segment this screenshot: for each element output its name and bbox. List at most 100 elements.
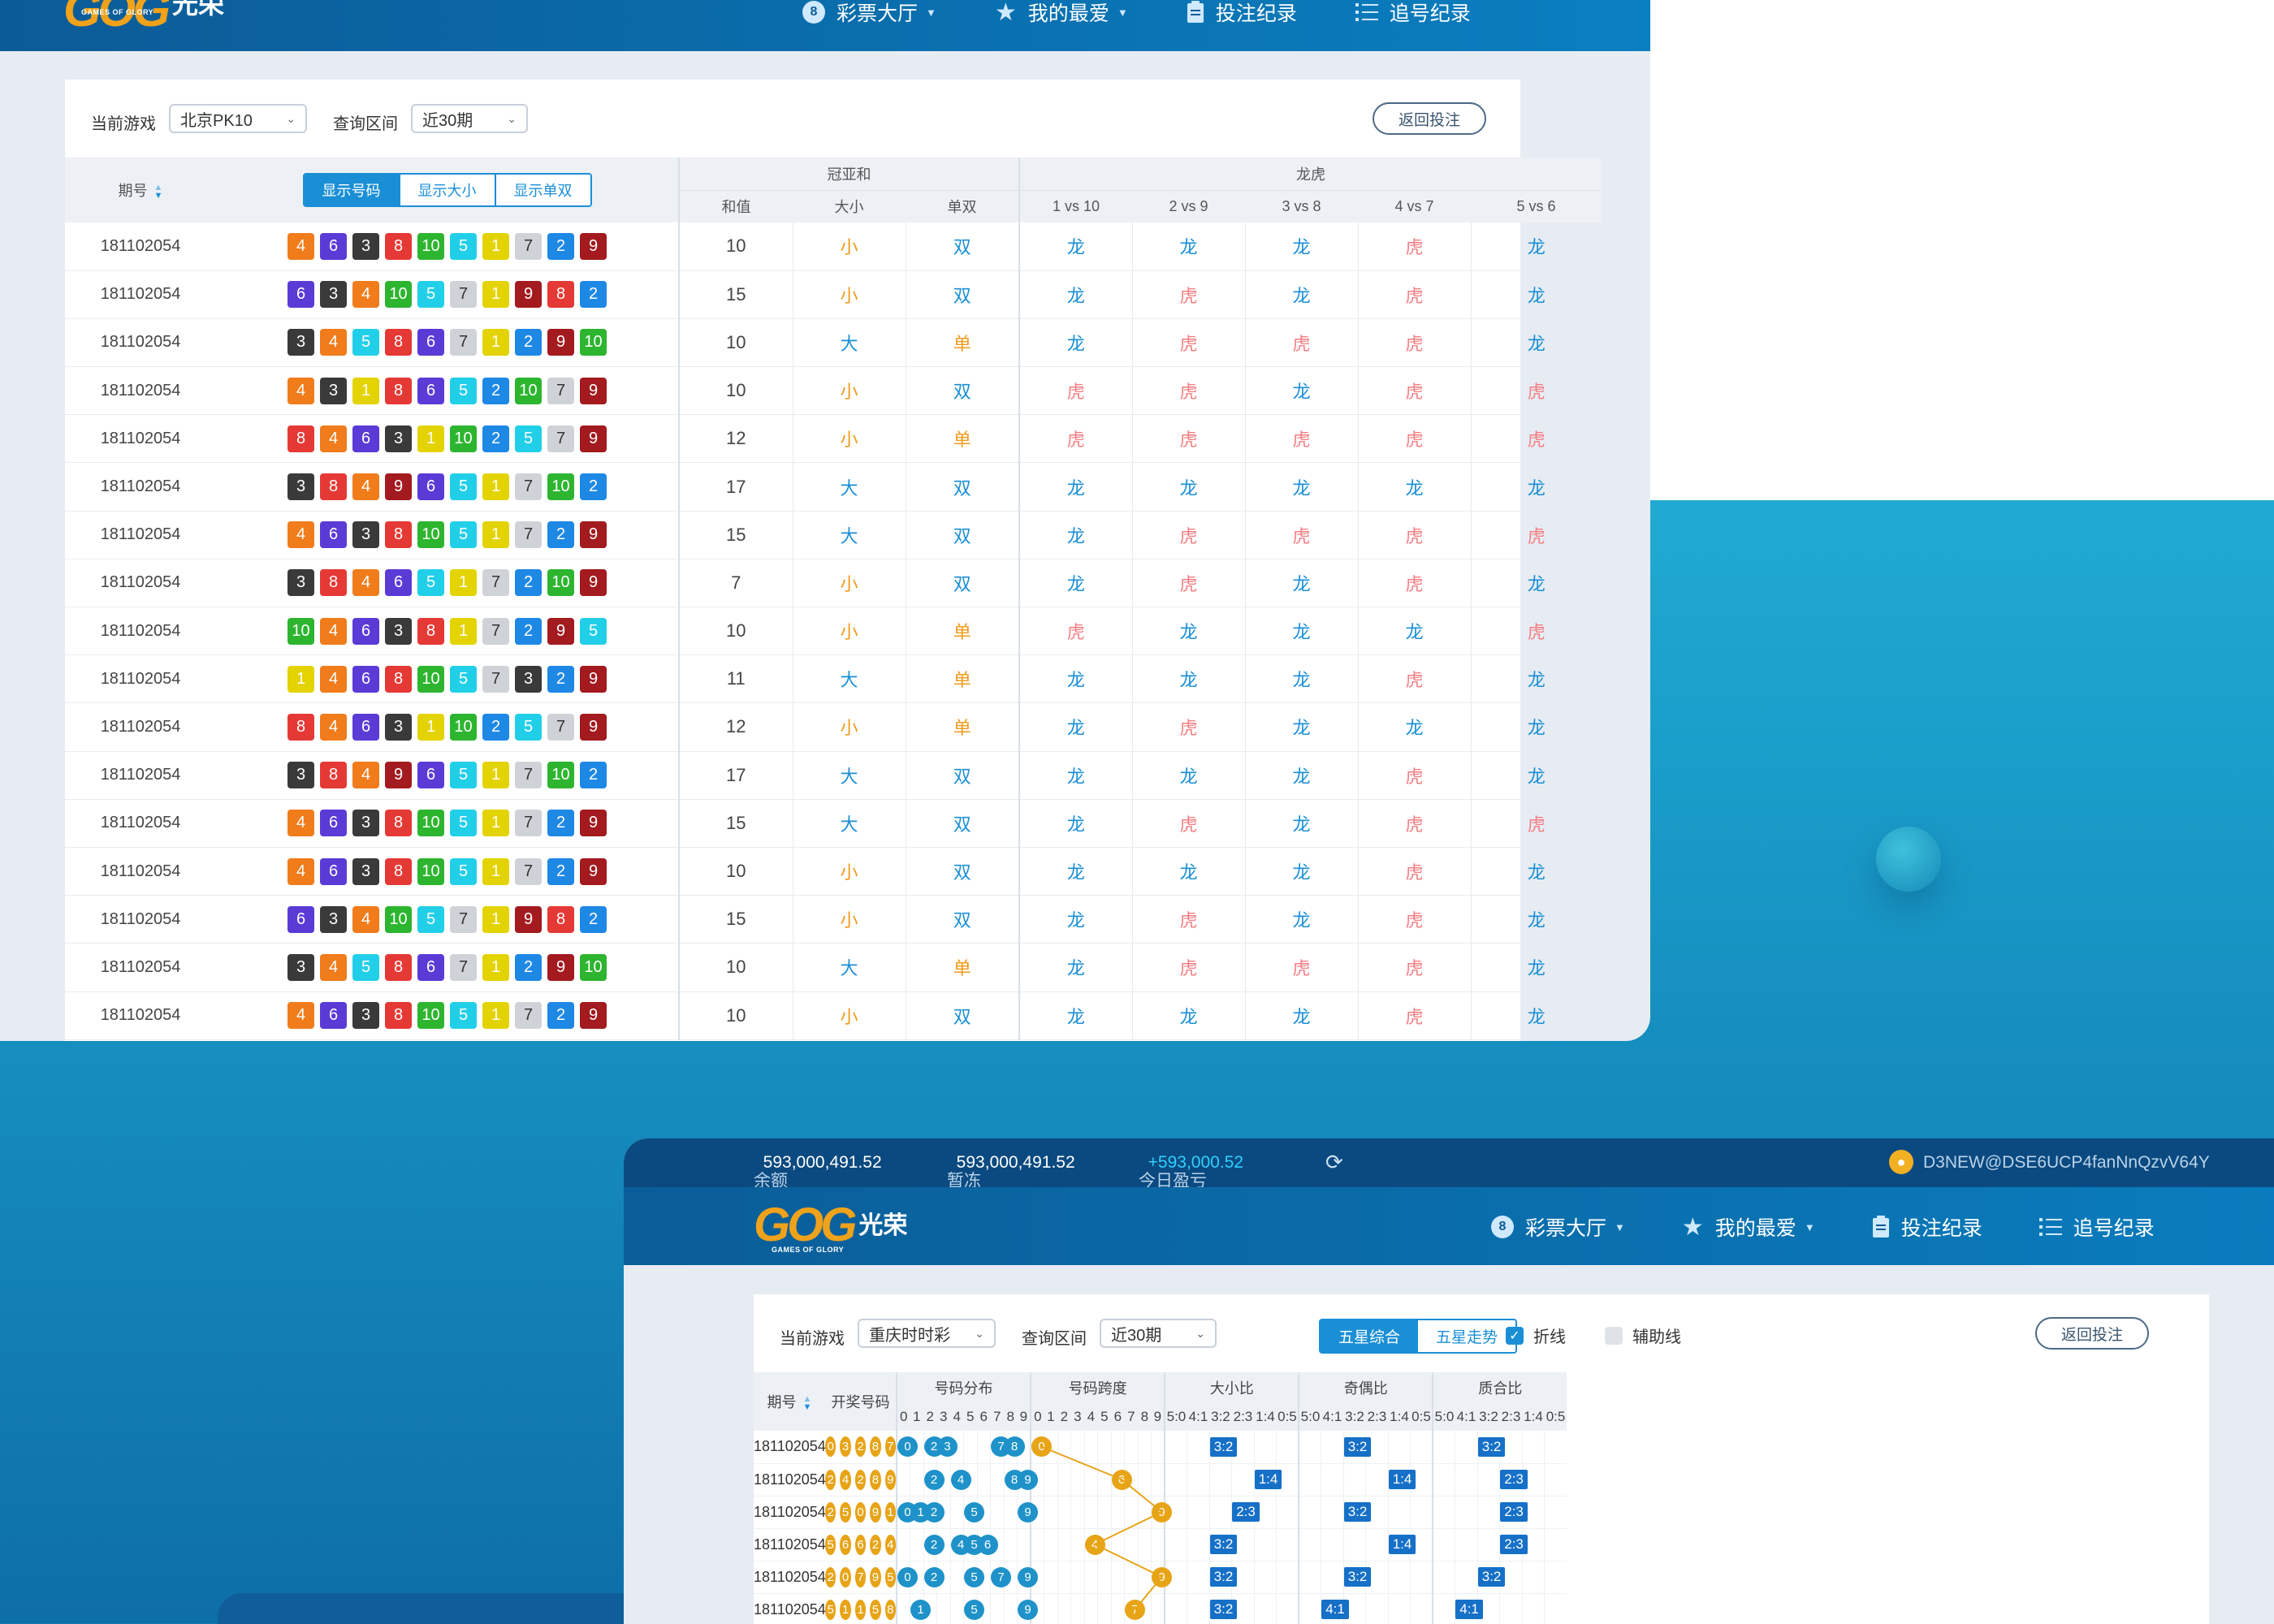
toggle-show-parity[interactable]: 显示单双 (494, 175, 590, 205)
sort-icon[interactable]: ▲ ▼ (154, 184, 163, 201)
ball-4: 4 (352, 762, 379, 789)
odd-ratio-cell: 3:2 (1342, 1496, 1372, 1529)
draw-cell: 56624 (824, 1528, 897, 1561)
ball-5: 5 (417, 905, 444, 933)
vs-header: 4 vs 7 (1358, 189, 1472, 222)
odd-ratio-cell (1321, 1496, 1344, 1529)
span-cell (1151, 1463, 1165, 1497)
distribution-cell: 9 (1017, 1496, 1038, 1529)
toggle-show-numbers[interactable]: 显示号码 (304, 175, 399, 205)
ball-2: 2 (580, 762, 607, 789)
digit-header: 3 (1070, 1403, 1085, 1431)
ball-10: 10 (450, 425, 477, 452)
sort-icon[interactable]: ▲ ▼ (803, 1395, 812, 1412)
odd-ratio-mark: 3:2 (1343, 1502, 1372, 1522)
distribution-cell: 6 (976, 1528, 998, 1561)
draw-ball: 7 (884, 1436, 897, 1458)
distribution-cell: 0 (896, 1496, 918, 1529)
nav-lottery-hall[interactable]: 8 彩票大厅 ▼ (802, 0, 936, 27)
ball-9: 9 (580, 857, 607, 885)
size-cell: 小 (792, 895, 906, 944)
dragon-tiger-cell: 虎 (1357, 511, 1472, 559)
ball-10: 10 (417, 1002, 444, 1030)
parity-cell: 单 (905, 943, 1020, 992)
draw-ball: 8 (870, 1436, 881, 1458)
period-cell: 181102054 (65, 799, 216, 848)
nav-lottery-hall[interactable]: 8 彩票大厅 ▼ (1491, 1212, 1625, 1242)
size-cell: 小 (792, 366, 906, 416)
period-header[interactable]: 期号 ▲ ▼ (65, 158, 216, 222)
trend-row: 181102054 2 5 0 9 1 0 1 2 5 9 9 2:3 3:2 2:3 (754, 1496, 1567, 1529)
prime-ratio-cell (1455, 1561, 1478, 1594)
ball-3: 3 (352, 810, 379, 837)
refresh-icon[interactable]: ⟳ (1325, 1150, 1343, 1175)
prime-ratio-cell: 3:2 (1476, 1431, 1506, 1464)
nav-chase-records[interactable]: 追号纪录 (1355, 0, 1471, 27)
ball-4: 4 (352, 473, 379, 501)
balls-cell: 10 4 6 3 8 1 7 2 9 5 (216, 607, 679, 656)
username[interactable]: D3NEW@DSE6UCP4fanNnQzvV64Y (1923, 1153, 2210, 1173)
ball-10: 10 (580, 329, 607, 356)
prime-ratio-cell (1544, 1593, 1567, 1624)
dragon-tiger-cell: 龙 (1470, 462, 1602, 512)
draw-ball: 2 (854, 1436, 867, 1458)
distribution-ball: 9 (1018, 1599, 1038, 1620)
user-avatar-icon[interactable]: ● (1889, 1150, 1913, 1174)
ball-4: 4 (320, 665, 347, 693)
distribution-cell (990, 1593, 1004, 1624)
distribution-cell: 7 (990, 1561, 1011, 1594)
toggle-show-size[interactable]: 显示大小 (398, 175, 495, 205)
trend-table: 期号 ▲ ▼ 开奖号码 号码分布 号码跨度 大小比 奇偶比 质合比 0 1 2 3 4 5 6 7 8… (754, 1372, 1567, 1624)
dragon-tiger-cell: 虎 (1018, 607, 1133, 656)
dragon-tiger-cell: 龙 (1018, 991, 1133, 1040)
nav-chase-records[interactable]: 追号纪录 (2038, 1212, 2155, 1242)
return-to-bet-button[interactable]: 返回投注 (1373, 102, 1486, 135)
ball-2: 2 (580, 473, 607, 501)
distribution-ball: 2 (923, 1501, 945, 1522)
ball-1: 1 (450, 569, 477, 597)
ball-6: 6 (417, 377, 444, 404)
nav-favorites[interactable]: ★ 我的最爱 ▼ (995, 0, 1128, 27)
nav-favorites[interactable]: ★ 我的最爱 ▼ (1682, 1212, 1815, 1242)
size-header: 大小 (793, 189, 906, 222)
ball-6: 6 (417, 762, 444, 789)
ball-9: 9 (385, 473, 412, 501)
span-cell (1097, 1496, 1112, 1529)
distribution-ball: 2 (923, 1469, 945, 1490)
dragon-tiger-cell: 虎 (1131, 799, 1246, 848)
game-select[interactable]: 北京PK10 ⌄ (169, 104, 307, 133)
gog-logo[interactable]: GOG 光荣 GAMES OF GLORY (63, 0, 224, 34)
odd-ratio-cell (1298, 1561, 1321, 1594)
digit-header: 1 (910, 1403, 923, 1431)
period-header[interactable]: 期号 ▲ ▼ (754, 1372, 825, 1431)
distribution-ball: 2 (923, 1534, 945, 1555)
dragon-tiger-cell: 龙 (1244, 847, 1359, 896)
size-ratio-cell (1164, 1431, 1187, 1464)
ratio-header: 3:2 (1209, 1403, 1232, 1431)
distribution-ball: 2 (923, 1566, 945, 1587)
gog-logo-2[interactable]: GOG 光荣 GAMES OF GLORY (754, 1202, 907, 1255)
nav-bet-records[interactable]: 投注纪录 (1187, 0, 1297, 27)
ball-10: 10 (417, 665, 444, 693)
draw-ball: 2 (824, 1501, 837, 1522)
dragon-tiger-cell: 虎 (1131, 702, 1246, 752)
odd-ratio-cell (1298, 1463, 1321, 1497)
dragon-tiger-cell: 龙 (1244, 654, 1359, 704)
parity-cell: 单 (905, 318, 1020, 368)
range-select[interactable]: 近30期 ⌄ (411, 104, 528, 133)
digit-header: 9 (1151, 1403, 1165, 1431)
dragon-tiger-cell: 虎 (1018, 366, 1133, 416)
span-ball: 9 (1152, 1566, 1173, 1587)
odd-ratio-cell: 4:1 (1321, 1593, 1349, 1624)
draw-ball: 2 (824, 1566, 837, 1587)
draw-ball: 0 (824, 1436, 837, 1458)
span-cell (1151, 1431, 1165, 1464)
draw-ball: 7 (854, 1566, 867, 1587)
dragon-tiger-cell: 虎 (1357, 222, 1472, 271)
nav-bet-records[interactable]: 投注纪录 (1872, 1212, 1982, 1242)
dragon-tiger-cell: 龙 (1018, 462, 1133, 512)
draw-ball: 2 (824, 1469, 837, 1490)
ball-9: 9 (515, 905, 542, 933)
result-row: 181102054 4 6 3 8 10 5 1 7 2 9 10 小双龙龙龙虎龙 (65, 991, 1602, 1040)
dragon-tiger-cell: 虎 (1131, 559, 1246, 608)
